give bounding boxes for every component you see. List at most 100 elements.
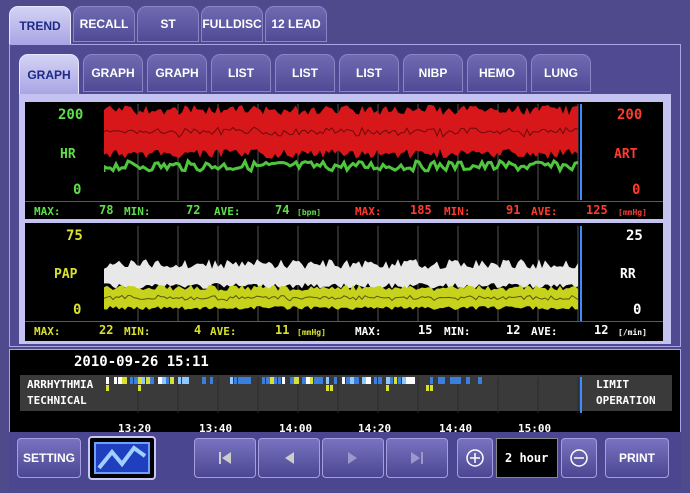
pap-scale-top: 75 xyxy=(66,228,83,244)
rr-min-label: MIN: xyxy=(444,325,471,338)
arrhythmia-event-mark xyxy=(278,377,281,384)
zoom-in-button[interactable] xyxy=(457,438,493,478)
arrhythmia-event-mark xyxy=(450,377,454,384)
subtab-graph-2[interactable]: GRAPH xyxy=(83,54,143,92)
arrhythmia-event-mark xyxy=(342,377,345,384)
tab-12-lead[interactable]: 12 LEAD xyxy=(265,6,327,42)
skip-last-icon xyxy=(411,452,423,464)
limit-label: LIMIT xyxy=(596,378,630,391)
subtab-list-1[interactable]: LIST xyxy=(211,54,271,92)
art-min-label: MIN: xyxy=(444,205,471,218)
arrhythmia-event-mark xyxy=(106,377,109,384)
hr-ave-value: 74 xyxy=(275,203,290,217)
hr-max-label: MAX: xyxy=(34,205,61,218)
pap-label[interactable]: PAP xyxy=(54,267,77,282)
arrhythmia-event-mark xyxy=(178,377,181,384)
arrhythmia-event-mark xyxy=(394,377,397,384)
arrhythmia-event-mark xyxy=(354,377,359,384)
rr-scale-top: 25 xyxy=(626,228,643,244)
technical-event-mark xyxy=(326,385,329,391)
technical-event-mark xyxy=(430,385,433,391)
arrhythmia-event-mark xyxy=(406,377,410,384)
art-label[interactable]: ART xyxy=(614,147,637,162)
setting-button[interactable]: SETTING xyxy=(17,438,81,478)
tab-trend[interactable]: TREND xyxy=(9,6,71,46)
hr-scale-top: 200 xyxy=(58,107,84,123)
step-forward-button[interactable] xyxy=(322,438,384,478)
hr-scale-bottom: 0 xyxy=(73,182,82,198)
arrhythmia-event-mark xyxy=(326,377,329,384)
arrhythmia-event-mark xyxy=(346,377,350,384)
arrhythmia-event-mark xyxy=(466,377,470,384)
operation-label: OPERATION xyxy=(596,394,656,407)
pap-scale-bottom: 0 xyxy=(73,302,82,318)
tab-fulldisc[interactable]: FULLDISC xyxy=(201,6,263,42)
arrhythmia-event-mark xyxy=(366,377,371,384)
zoom-out-icon xyxy=(570,449,588,467)
arrhythmia-event-mark xyxy=(202,377,206,384)
arrhythmia-event-mark xyxy=(138,377,142,384)
subtab-graph-1[interactable]: GRAPH xyxy=(19,54,79,96)
rr-label[interactable]: RR xyxy=(620,267,636,282)
arrhythmia-event-mark xyxy=(234,377,237,384)
step-back-button[interactable] xyxy=(258,438,320,478)
subtab-list-3[interactable]: LIST xyxy=(339,54,399,92)
arrhythmia-event-mark xyxy=(430,377,433,384)
pap-ave-value: 11 xyxy=(275,323,290,337)
subtab-lung[interactable]: LUNG xyxy=(531,54,591,92)
hr-label[interactable]: HR xyxy=(60,147,76,162)
arrhythmia-event-mark xyxy=(294,377,299,384)
pap-min-value: 4 xyxy=(194,323,202,337)
arrhythmia-event-mark xyxy=(118,377,122,384)
trend-wave-icon xyxy=(94,442,150,474)
trend-wave-button[interactable] xyxy=(88,436,156,480)
arrhythmia-event-mark xyxy=(374,377,377,384)
panel2-stats-divider xyxy=(25,321,663,322)
arrhythmia-event-mark xyxy=(390,377,393,384)
arrhythmia-event-mark xyxy=(410,377,415,384)
hr-ave-label: AVE: xyxy=(214,205,241,218)
art-scale-bottom: 0 xyxy=(632,182,641,198)
arrhythmia-event-mark xyxy=(266,377,270,384)
pap-max-label: MAX: xyxy=(34,325,61,338)
pap-max-value: 22 xyxy=(99,323,114,337)
arrhythmia-event-mark xyxy=(262,377,265,384)
subtab-nibp[interactable]: NIBP xyxy=(403,54,463,92)
art-max-label: MAX: xyxy=(355,205,382,218)
pap-ave-label: AVE: xyxy=(210,325,237,338)
arrhythmia-event-mark xyxy=(350,377,354,384)
subtab-list-2[interactable]: LIST xyxy=(275,54,335,92)
skip-last-button[interactable] xyxy=(386,438,448,478)
zoom-in-icon xyxy=(466,449,484,467)
zoom-out-button[interactable] xyxy=(561,438,597,478)
arrhythmia-event-mark xyxy=(130,377,133,384)
print-button[interactable]: PRINT xyxy=(605,438,669,478)
arrhythmia-event-mark xyxy=(290,377,294,384)
technical-event-mark xyxy=(386,385,389,391)
time-range-display: 2 hour xyxy=(496,438,558,478)
technical-event-mark xyxy=(106,385,109,391)
hr-art-trend-graph[interactable] xyxy=(104,104,586,200)
art-min-value: 91 xyxy=(506,203,521,217)
arrhythmia-event-bars[interactable] xyxy=(104,377,586,413)
subtab-hemo[interactable]: HEMO xyxy=(467,54,527,92)
arrhythmia-event-mark xyxy=(310,377,313,384)
arrhythmia-event-mark xyxy=(454,377,458,384)
subtab-graph-3[interactable]: GRAPH xyxy=(147,54,207,92)
arrhythmia-event-mark xyxy=(238,377,242,384)
arrhythmia-event-mark xyxy=(314,377,318,384)
arrhythmia-event-mark xyxy=(246,377,251,384)
arrhythmia-label: ARRHYTHMIA xyxy=(27,378,94,391)
art-ave-label: AVE: xyxy=(531,205,558,218)
technical-event-mark xyxy=(330,385,333,391)
arrhythmia-event-mark xyxy=(142,377,145,384)
rr-scale-bottom: 0 xyxy=(633,302,642,318)
tab-st[interactable]: ST xyxy=(137,6,199,42)
rr-min-value: 12 xyxy=(506,323,521,337)
pap-rr-trend-graph[interactable] xyxy=(104,226,586,322)
arrhythmia-event-mark xyxy=(386,377,390,384)
arrhythmia-event-mark xyxy=(438,377,442,384)
skip-first-button[interactable] xyxy=(194,438,256,478)
arrhythmia-event-mark xyxy=(150,377,154,384)
tab-recall[interactable]: RECALL xyxy=(73,6,135,42)
